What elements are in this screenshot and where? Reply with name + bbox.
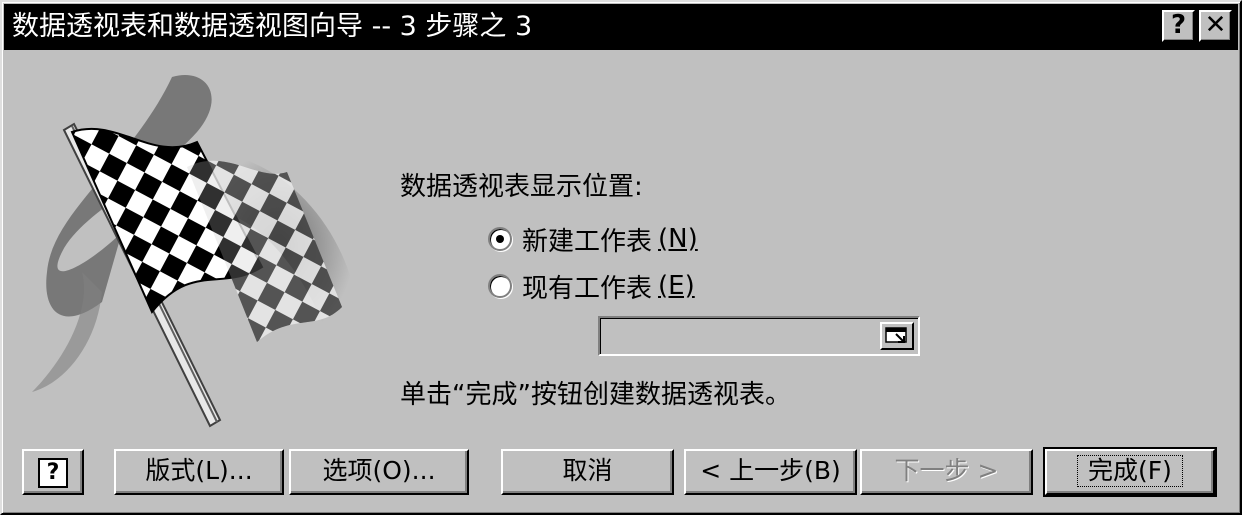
collapse-dialog-icon <box>885 327 907 343</box>
options-button[interactable]: 选项(O)... <box>289 449 469 495</box>
layout-button[interactable]: 版式(L)... <box>114 449 284 495</box>
existing-worksheet-radio[interactable] <box>488 274 512 298</box>
finish-button-label: 完成(F) <box>1077 455 1183 487</box>
title-help-button[interactable]: ? <box>1162 10 1195 42</box>
close-button[interactable]: ✕ <box>1199 10 1232 42</box>
existing-worksheet-option[interactable]: 现有工作表 (E) <box>488 268 695 304</box>
existing-worksheet-accel: (E) <box>658 271 695 301</box>
help-icon: ? <box>38 458 68 488</box>
finish-button[interactable]: 完成(F) <box>1043 447 1217 497</box>
collapse-dialog-button[interactable] <box>880 322 914 350</box>
existing-worksheet-label: 现有工作表 <box>522 273 653 304</box>
title-bar[interactable]: 数据透视表和数据透视图向导 -- 3 步骤之 3 ? ✕ <box>4 4 1238 50</box>
window-title: 数据透视表和数据透视图向导 -- 3 步骤之 3 <box>12 11 533 42</box>
close-icon: ✕ <box>1204 10 1227 40</box>
back-button[interactable]: < 上一步(B) <box>684 449 857 495</box>
new-worksheet-option[interactable]: 新建工作表 (N) <box>488 221 698 257</box>
next-button[interactable]: 下一步 > <box>860 449 1033 495</box>
new-worksheet-accel: (N) <box>658 224 698 254</box>
range-reference-field[interactable] <box>598 316 920 356</box>
finish-instruction: 单击“完成”按钮创建数据透视表。 <box>400 380 791 410</box>
help-button[interactable]: ? <box>22 449 84 495</box>
pivot-wizard-dialog: 数据透视表和数据透视图向导 -- 3 步骤之 3 ? ✕ 数据透视表显示位置: … <box>0 0 1242 515</box>
new-worksheet-radio[interactable] <box>488 227 512 251</box>
checkered-flag-icon <box>22 62 362 442</box>
cancel-button[interactable]: 取消 <box>501 449 674 495</box>
location-prompt: 数据透视表显示位置: <box>400 172 643 202</box>
new-worksheet-label: 新建工作表 <box>522 226 653 257</box>
